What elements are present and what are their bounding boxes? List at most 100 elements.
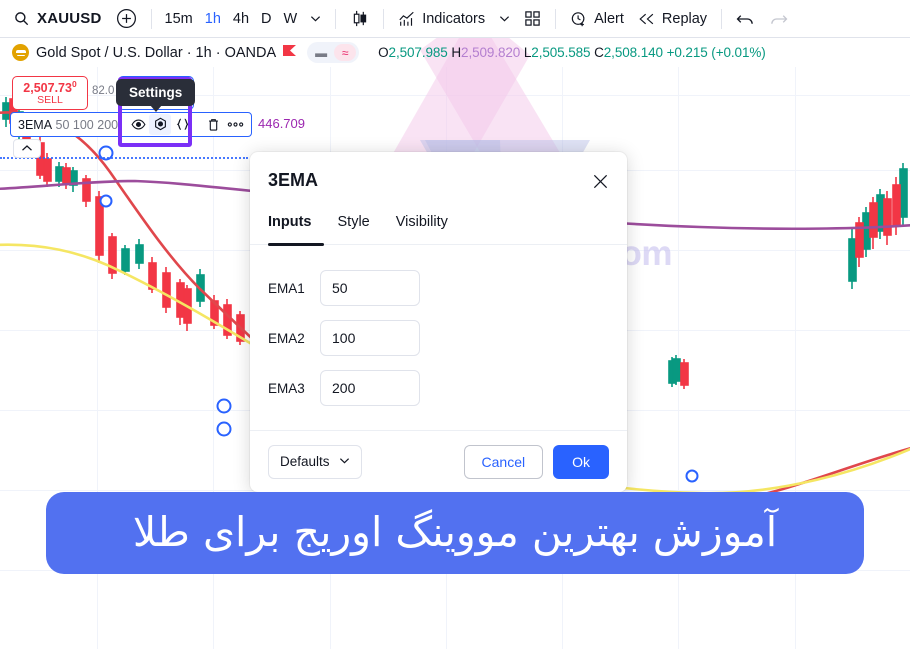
indicator-params: 50 100 200 <box>55 117 119 132</box>
spread-value: 82.0 <box>92 85 115 97</box>
inputs-list: EMA1 EMA2 EMA3 <box>268 270 609 420</box>
chevron-down-icon <box>339 454 350 469</box>
divider <box>335 8 337 29</box>
trading-chart-app: Digi Traderz.com XAUUSD 15m 1h 4h D W <box>0 0 910 649</box>
input-row-ema3: EMA3 <box>268 370 609 406</box>
ema1-label: EMA1 <box>268 280 305 296</box>
gold-coin-icon <box>12 44 29 61</box>
defaults-label: Defaults <box>280 454 330 469</box>
undo-button[interactable] <box>729 5 762 33</box>
indicator-legend-row[interactable]: 3EMA 50 100 200 <box>10 112 253 137</box>
active-tab-underline <box>268 243 324 246</box>
symbol-title[interactable]: Gold Spot / U.S. Dollar · 1h · OANDA <box>36 45 276 61</box>
crossover-marker <box>685 469 699 483</box>
symbol-info-bar: Gold Spot / U.S. Dollar · 1h · OANDA ▬ ≈… <box>0 38 910 67</box>
timeframe-group: 15m 1h 4h D W <box>159 0 329 37</box>
heikin-ashi-icon[interactable]: ≈ <box>334 44 357 61</box>
replay-label: Replay <box>661 10 708 27</box>
crossover-marker <box>216 398 232 414</box>
indicators-label: Indicators <box>422 10 486 27</box>
indicators-button[interactable]: Indicators <box>391 5 492 33</box>
crossover-marker <box>99 194 113 208</box>
tab-inputs[interactable]: Inputs <box>268 214 312 242</box>
divider <box>150 8 152 29</box>
ohlc-values: O2,507.985 H2,509.820 L2,505.585 C2,508.… <box>378 45 766 60</box>
promo-banner-text: آموزش بهترین مووینگ اوریج برای طلا <box>132 508 778 557</box>
divider <box>555 8 557 29</box>
ema2-input[interactable] <box>320 320 420 356</box>
input-row-ema1: EMA1 <box>268 270 609 306</box>
timeframe-4h[interactable]: 4h <box>227 5 255 33</box>
symbol-search-button[interactable]: XAUUSD <box>8 5 109 33</box>
input-row-ema2: EMA2 <box>268 320 609 356</box>
bar-style-icon[interactable]: ▬ <box>310 44 332 61</box>
redo-button[interactable] <box>762 5 795 33</box>
divider <box>721 8 723 29</box>
ema1-input[interactable] <box>320 270 420 306</box>
add-symbol-button[interactable] <box>109 5 144 33</box>
timeframe-d[interactable]: D <box>255 5 277 33</box>
ohlc-c-label: C <box>594 45 604 60</box>
grid-layout-icon <box>524 10 541 27</box>
timeframe-more-button[interactable] <box>303 5 328 33</box>
sell-badge[interactable]: 2,507.730 SELL <box>12 76 88 110</box>
ohlc-h-label: H <box>451 45 462 60</box>
ohlc-l-value: 2,505.585 <box>531 45 591 60</box>
candlestick-icon <box>350 9 369 28</box>
eye-icon[interactable] <box>127 114 149 135</box>
dialog-tabs: Inputs Style Visibility <box>268 214 448 242</box>
ema3-input[interactable] <box>320 370 420 406</box>
dialog-footer: Defaults Cancel Ok <box>250 430 627 492</box>
ohlc-c-value: 2,508.140 <box>603 45 663 60</box>
dialog-title: 3EMA <box>268 170 319 190</box>
ohlc-h-value: 2,509.820 <box>461 45 521 60</box>
indicator-last-value: 446.709 <box>258 116 305 131</box>
collapse-pane-button[interactable] <box>13 139 41 158</box>
search-icon <box>14 11 29 26</box>
defaults-dropdown[interactable]: Defaults <box>268 444 362 479</box>
timeframe-w[interactable]: W <box>278 5 304 33</box>
trash-icon[interactable] <box>202 114 224 135</box>
source-code-icon[interactable] <box>171 114 193 135</box>
sell-price: 2,507.730 <box>23 78 77 95</box>
rewind-icon <box>638 12 656 26</box>
redo-icon <box>769 11 788 27</box>
tab-style[interactable]: Style <box>338 214 370 242</box>
cancel-button[interactable]: Cancel <box>463 444 544 479</box>
chart-type-button[interactable] <box>343 5 376 33</box>
layout-button[interactable] <box>517 5 548 33</box>
ema3-label: EMA3 <box>268 380 305 396</box>
symbol-label: XAUUSD <box>37 10 102 27</box>
plus-circle-icon <box>116 8 137 29</box>
ohlc-o-value: 2,507.985 <box>388 45 448 60</box>
timeframe-1h[interactable]: 1h <box>199 5 227 33</box>
alert-label: Alert <box>594 10 624 27</box>
replay-button[interactable]: Replay <box>631 5 714 33</box>
alarm-clock-add-icon <box>570 10 588 28</box>
top-toolbar: XAUUSD 15m 1h 4h D W Indicators Alert Re… <box>0 0 910 38</box>
divider <box>383 8 385 29</box>
promo-banner: آموزش بهترین مووینگ اوریج برای طلا <box>46 492 864 574</box>
ohlc-change: +0.215 (+0.01%) <box>666 45 766 60</box>
chart-style-chips: ▬ ≈ <box>307 42 360 63</box>
chevron-down-icon <box>310 13 321 24</box>
undo-icon <box>736 11 755 27</box>
indicator-name: 3EMA <box>18 117 53 132</box>
sell-label: SELL <box>37 94 63 107</box>
indicators-dropdown-button[interactable] <box>492 5 517 33</box>
alert-button[interactable]: Alert <box>563 5 631 33</box>
indicators-chart-icon <box>398 10 416 28</box>
indicator-settings-dialog: 3EMA Inputs Style Visibility EMA1 EMA2 E… <box>250 152 627 492</box>
close-icon[interactable] <box>589 170 611 192</box>
chevron-down-icon <box>499 13 510 24</box>
crossover-marker <box>216 421 232 437</box>
more-horizontal-icon[interactable] <box>224 114 246 135</box>
ema2-label: EMA2 <box>268 330 305 346</box>
timeframe-15m[interactable]: 15m <box>159 5 199 33</box>
ohlc-o-label: O <box>378 45 389 60</box>
tab-visibility[interactable]: Visibility <box>396 214 448 242</box>
settings-gear-icon[interactable] <box>149 114 172 135</box>
ok-button[interactable]: Ok <box>553 444 609 479</box>
settings-tooltip: Settings <box>116 79 196 112</box>
chevron-up-icon <box>22 145 32 151</box>
